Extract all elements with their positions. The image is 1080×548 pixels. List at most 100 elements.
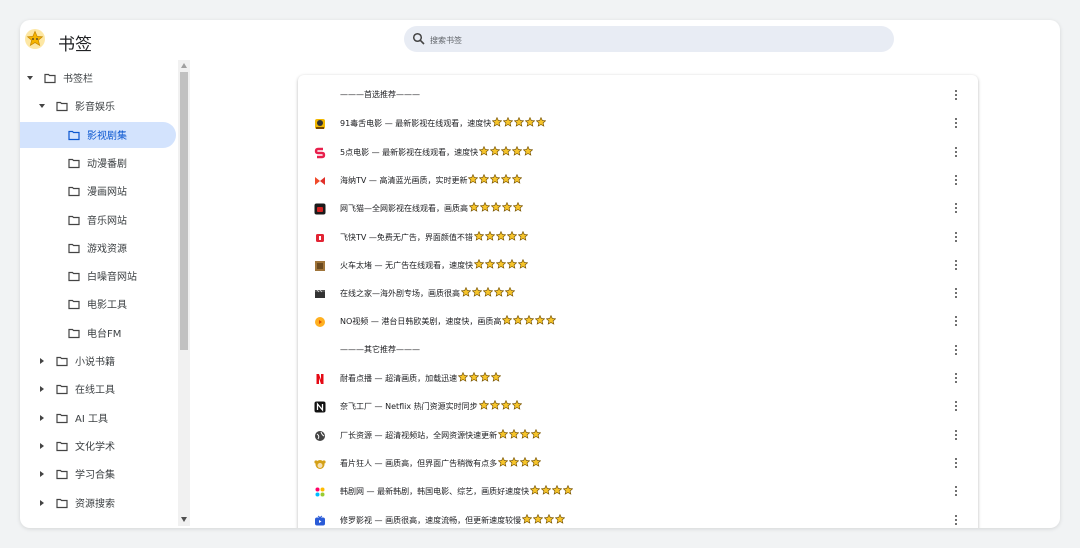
bookmark-item[interactable]: 火车太堵 — 无广告在线观看，速度快 [298,252,978,280]
bookmark-item[interactable]: 厂长资源 — 超清视频站，全网资源快速更新 [298,422,978,450]
star-icon [501,201,513,212]
more-options-icon[interactable] [953,145,959,161]
more-options-icon[interactable] [953,343,959,359]
star-icon [460,286,472,297]
star-icon [540,484,552,495]
bookmark-item[interactable]: 耐看点播 — 超清画质，加载迅速 [298,365,978,393]
sidebar-item-label: 影视剧集 [87,130,127,142]
caret-right-icon[interactable] [38,414,46,422]
sidebar-item-14[interactable]: 学习合集 [20,461,176,487]
red-s-icon [314,147,326,158]
more-options-icon[interactable] [953,286,959,302]
sidebar-item-8[interactable]: 电影工具 [20,291,176,317]
star-icon [501,173,512,184]
more-options-icon[interactable] [953,173,959,189]
sidebar-item-3[interactable]: 动漫番剧 [20,150,176,176]
bookmark-item[interactable]: 在线之家—海外剧专场，画质很高 [298,280,978,308]
sidebar-item-13[interactable]: 文化学术 [20,433,176,459]
caret-down-icon[interactable] [26,74,34,82]
bookmark-item[interactable]: NO视频 — 港台日韩欧美剧，速度快，画质高 [298,308,978,336]
bookmark-title: 韩剧网 — 最新韩剧，韩国电影、综艺，画质好速度快 [340,484,574,497]
caret-right-icon[interactable] [38,357,46,365]
bookmark-title: 看片狂人 — 画质高，但界面广告稍微有点多 [340,456,542,469]
sidebar-item-label: 游戏资源 [87,243,127,255]
star-icon [478,400,490,411]
star-icon [512,173,523,184]
bookmark-item[interactable]: 修罗影视 — 画质很高，速度流畅，但更新速度较慢 [298,507,978,529]
sidebar-item-9[interactable]: 电台FM [20,320,176,346]
scroll-down-arrow-icon[interactable] [181,517,187,522]
bookmark-item[interactable]: 91毒舌电影 — 最新影视在线观看，速度快 [298,110,978,138]
sidebar-item-2[interactable]: 影视剧集 [20,121,176,148]
more-options-icon[interactable] [953,456,959,472]
more-options-icon[interactable] [953,116,959,132]
caret-right-icon[interactable] [38,470,46,478]
sidebar-scrollbar[interactable] [178,60,190,526]
more-options-icon[interactable] [953,484,959,500]
star-icon [482,286,494,297]
star-icon [479,371,491,382]
sidebar-item-0[interactable]: 书签栏 [20,65,176,91]
bookmark-item[interactable]: 看片狂人 — 画质高，但界面广告稍微有点多 [298,450,978,478]
separator-item[interactable]: ———首选推荐——— [298,82,978,110]
bookmark-item[interactable]: 飞快TV —免费无广告，界面颜值不错 [298,224,978,252]
more-options-icon[interactable] [953,314,959,330]
more-options-icon[interactable] [953,201,959,217]
sidebar-item-4[interactable]: 漫画网站 [20,178,176,204]
caret-right-icon[interactable] [38,499,46,507]
more-options-icon[interactable] [953,88,959,104]
bookmark-title: NO视频 — 港台日韩欧美剧，速度快，画质高 [340,315,557,327]
folder-icon [68,300,80,310]
folder-icon [68,271,80,282]
search-input[interactable] [428,30,872,50]
bookmark-title: 耐看点播 — 超清画质，加载迅速 [340,371,502,384]
clapper-icon [315,289,325,299]
star-icon [489,400,501,411]
more-options-icon[interactable] [953,513,959,529]
bookmark-title-text: 厂长资源 — 超清视频站，全网资源快速更新 [340,430,498,440]
scrollbar-thumb[interactable] [180,72,188,350]
sidebar-item-12[interactable]: AI 工具 [20,405,176,431]
star-icon [468,201,480,212]
star-icon [490,173,501,184]
sidebar-item-7[interactable]: 白噪音网站 [20,263,176,289]
bookmark-title-text: 91毒舌电影 — 最新影视在线观看，速度快 [340,119,492,129]
sidebar-item-5[interactable]: 音乐网站 [20,207,176,233]
more-options-icon[interactable] [953,428,959,444]
star-icon [478,145,490,156]
sidebar-item-label: 小说书籍 [75,357,115,368]
star-icon [511,145,523,156]
sidebar-item-6[interactable]: 游戏资源 [20,235,176,261]
sidebar-item-1[interactable]: 影音娱乐 [20,93,176,119]
star-icon [521,513,533,524]
caret-down-icon[interactable] [38,102,46,110]
sidebar-item-10[interactable]: 小说书籍 [20,348,176,374]
sidebar-item-label: 漫画网站 [87,187,127,199]
bookmark-item[interactable]: 5点电影 — 最新影视在线观看，速度快 [298,139,978,167]
star-icon [491,117,503,128]
more-options-icon[interactable] [953,399,959,415]
sidebar-item-11[interactable]: 在线工具 [20,376,176,402]
bookmark-item[interactable]: 海纳TV — 高清蓝光画质，实时更新 [298,167,978,195]
caret-right-icon[interactable] [38,385,46,393]
star-icon [506,258,518,269]
more-options-icon[interactable] [953,230,959,246]
folder-icon [68,158,80,168]
separator-item[interactable]: ———其它推荐——— [298,337,978,365]
bookmark-item[interactable]: 网飞猫—全网影视在线观看，画质高 [298,195,978,223]
bookmark-title: 海纳TV — 高清蓝光画质，实时更新 [340,173,523,186]
scroll-up-arrow-icon[interactable] [181,63,187,68]
star-icon [535,315,546,326]
sidebar-item-15[interactable]: 资源搜索 [20,490,176,516]
caret-right-icon[interactable] [38,442,46,450]
star-icon [457,371,469,382]
more-options-icon[interactable] [953,371,959,387]
star-icon [490,201,502,212]
bookmark-item[interactable]: 奈飞工厂 — Netflix 热门资源实时同步 [298,393,978,421]
red-square-icon [316,233,324,242]
folder-icon [68,215,80,225]
more-options-icon[interactable] [953,258,959,274]
bookmark-item[interactable]: 韩剧网 — 最新韩剧，韩国电影、综艺，画质好速度快 [298,478,978,506]
search-bar[interactable] [404,26,894,52]
star-icon [506,230,518,241]
